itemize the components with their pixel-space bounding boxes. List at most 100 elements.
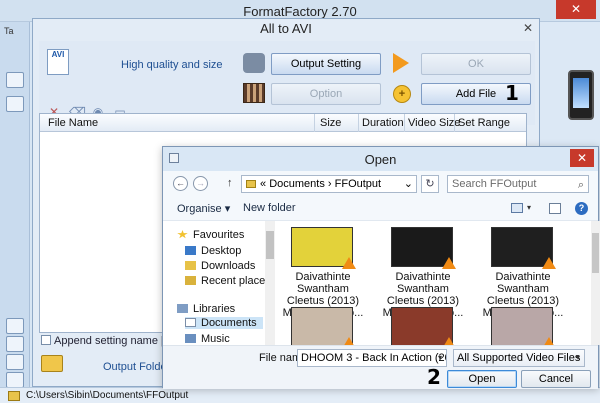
column-video-size[interactable]: Video Size [408,117,460,129]
add-icon: + [393,85,411,103]
open-close-button[interactable]: ✕ [570,149,594,167]
view-options-icon[interactable] [511,203,523,213]
nav-libraries-label: Libraries [193,303,236,315]
file-type-select[interactable]: All Supported Video Files ▾ [453,349,585,367]
file-name-line: Cleetus (2013) [386,295,460,307]
video-category-icon[interactable] [6,72,24,88]
up-folder-icon[interactable]: ↑ [227,177,233,189]
quality-label: High quality and size [121,59,223,71]
libraries-icon [177,304,188,313]
append-setting-checkbox[interactable] [41,335,51,345]
film-clip-icon [243,83,265,103]
new-folder-button[interactable]: New folder [243,202,296,214]
breadcrumb-separator: › [327,178,332,190]
vlc-cone-icon [442,257,456,269]
forward-icon[interactable]: → [193,176,208,191]
ok-button[interactable]: OK [421,53,531,75]
back-icon[interactable]: ← [173,176,188,191]
nav-libraries[interactable]: Libraries [177,303,235,315]
music-icon [185,334,196,343]
breadcrumb-ffoutput[interactable]: FFOutput [335,178,381,190]
nav-documents[interactable]: Documents [185,317,263,329]
picture-icon[interactable] [6,336,24,352]
file-name-line: Swantham [297,283,349,295]
organise-button[interactable]: Organise ▾ [177,202,230,215]
file-name-line: Swantham [397,283,449,295]
search-icon[interactable]: ⌕ [578,177,584,193]
file-name-value: DHOOM 3 - Back In Action (2013) [301,352,446,364]
search-placeholder: Search FFOutput [452,178,537,190]
nav-music[interactable]: Music [185,333,230,345]
phone-screen [573,78,589,108]
audio-category-icon[interactable] [6,96,24,112]
video-thumbnail[interactable] [491,307,556,345]
output-folder-icon[interactable] [41,355,63,372]
video-thumbnail[interactable] [291,227,356,269]
preview-pane-icon[interactable] [549,203,561,214]
file-scroll-thumb[interactable] [592,233,599,273]
vlc-cone-icon [542,257,556,269]
star-icon [177,230,188,239]
file-scrollbar[interactable] [591,221,600,345]
documents-icon [185,318,196,327]
nav-recent-places[interactable]: Recent places [185,275,271,287]
nav-scroll-thumb[interactable] [266,231,274,259]
output-setting-button[interactable]: Output Setting [271,53,381,75]
chevron-down-icon[interactable]: ▾ [576,350,580,366]
file-name-line: Cleetus (2013) [286,295,360,307]
vlc-cone-icon [342,257,356,269]
file-name-input[interactable]: DHOOM 3 - Back In Action (2013) ▾ [297,349,447,367]
file-name-line: Daivathinte [495,271,551,283]
column-set-range[interactable]: Set Range [458,117,510,129]
main-close-button[interactable]: ✕ [556,0,596,19]
file-name-line: Daivathinte [295,271,351,283]
address-bar[interactable]: « Documents › FFOutput ⌄ [241,175,417,193]
left-toolbar: Ta [0,22,30,388]
open-button[interactable]: Open [447,370,517,388]
nav-desktop-label: Desktop [201,245,242,257]
refresh-icon[interactable]: ↻ [421,175,439,193]
file-name-line: Daivathinte [395,271,451,283]
video-thumbnail[interactable] [291,307,356,345]
nav-desktop[interactable]: Desktop [185,245,241,257]
disc-icon[interactable] [6,354,24,370]
nav-favourites[interactable]: Favourites [177,229,244,241]
nav-downloads[interactable]: Downloads [185,260,255,272]
nav-favourites-label: Favourites [193,229,245,241]
column-file-name[interactable]: File Name [48,117,98,129]
cancel-button[interactable]: Cancel [521,370,591,388]
file-name-line: Cleetus (2013) [486,295,560,307]
chevron-down-icon[interactable]: ▾ [438,350,442,366]
output-folder-label[interactable]: Output Folder [103,361,170,373]
video-thumbnail[interactable] [391,227,456,269]
column-separator [358,114,359,132]
view-dropdown-icon[interactable]: ▾ [527,203,531,212]
arrow-right-icon [393,53,409,73]
downloads-icon [185,261,196,270]
nav-scrollbar[interactable] [265,221,275,345]
nav-music-label: Music [201,333,230,345]
address-overflow[interactable]: « [260,178,266,190]
column-separator [404,114,405,132]
search-input[interactable]: Search FFOutput ⌕ [447,175,589,193]
left-tab-label[interactable]: Ta [4,26,14,36]
address-dropdown-icon[interactable]: ⌄ [404,176,413,192]
avi-dialog-title: All to AVI [260,21,312,36]
avi-close-button[interactable]: ✕ [523,21,533,35]
option-button[interactable]: Option [271,83,381,105]
column-size[interactable]: Size [320,117,341,129]
file-name-line: Swantham [497,283,549,295]
column-duration[interactable]: Duration [362,117,404,129]
recent-places-icon [185,276,196,285]
command-bar: Organise ▾ New folder ▾ ? [163,197,598,221]
video-thumbnail-selected[interactable] [391,307,456,345]
phone-device-icon[interactable] [568,70,594,120]
video-thumbnail[interactable] [491,227,556,269]
folder-icon [8,391,20,401]
breadcrumb-documents[interactable]: Documents [269,178,325,190]
music-note-icon[interactable] [6,318,24,334]
navigation-bar: ← → ↑ « Documents › FFOutput ⌄ ↻ Search … [163,171,598,197]
main-window-title: FormatFactory 2.70 [243,4,357,19]
help-icon[interactable]: ? [575,202,588,215]
tools-icon[interactable] [6,372,24,388]
